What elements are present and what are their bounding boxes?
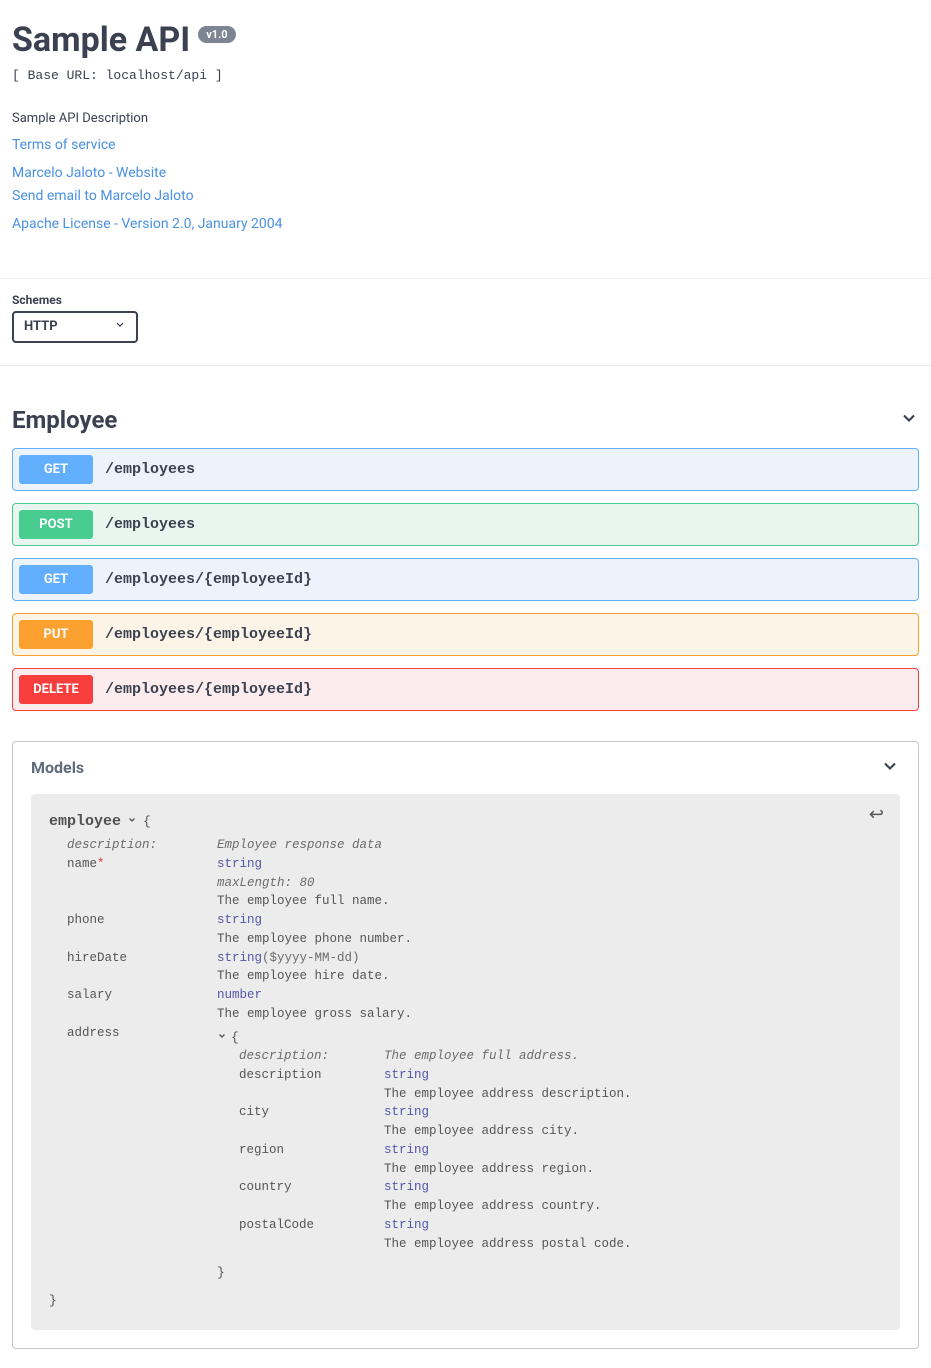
scheme-select[interactable]: HTTP	[12, 311, 138, 343]
model-description-label: description:	[67, 836, 217, 855]
prop-name: city	[239, 1103, 384, 1122]
tag-name: Employee	[12, 406, 117, 434]
operation-path: /employees	[105, 516, 195, 533]
scheme-selected-value: HTTP	[24, 319, 58, 334]
prop-type: string	[384, 1143, 429, 1157]
chevron-down-icon[interactable]	[127, 812, 137, 830]
prop-type: string	[217, 913, 262, 927]
chevron-down-icon	[899, 408, 919, 432]
operation-path: /employees/{employeeId}	[105, 626, 312, 643]
prop-desc: The employee address country.	[384, 1197, 882, 1216]
operation-get-employee-by-id[interactable]: GET /employees/{employeeId}	[12, 558, 919, 601]
model-employee: ↩ employee { description: Employee respo…	[31, 794, 900, 1330]
prop-type: string	[384, 1105, 429, 1119]
base-url: [ Base URL: localhost/api ]	[12, 68, 919, 83]
operation-post-employees[interactable]: POST /employees	[12, 503, 919, 546]
prop-constraint: maxLength: 80	[217, 876, 315, 890]
model-description: The employee full address.	[384, 1049, 579, 1063]
prop-name: salary	[67, 986, 217, 1005]
prop-name: address	[67, 1024, 217, 1283]
prop-type: string	[217, 951, 262, 965]
prop-desc: The employee phone number.	[217, 930, 882, 949]
prop-type: string	[384, 1218, 429, 1232]
version-badge: v1.0	[198, 26, 235, 43]
back-icon[interactable]: ↩	[869, 804, 884, 825]
operation-put-employee-by-id[interactable]: PUT /employees/{employeeId}	[12, 613, 919, 656]
prop-desc: The employee address description.	[384, 1085, 882, 1104]
model-name: employee	[49, 813, 121, 830]
operation-path: /employees/{employeeId}	[105, 571, 312, 588]
prop-desc: The employee address postal code.	[384, 1235, 882, 1254]
http-method-badge: DELETE	[19, 675, 93, 704]
prop-desc: The employee address region.	[384, 1160, 882, 1179]
operation-path: /employees	[105, 461, 195, 478]
http-method-badge: PUT	[19, 620, 93, 649]
prop-type: number	[217, 988, 262, 1002]
chevron-down-icon	[114, 319, 126, 335]
operation-delete-employee-by-id[interactable]: DELETE /employees/{employeeId}	[12, 668, 919, 711]
schemes-label: Schemes	[12, 293, 919, 307]
prop-type: string	[384, 1180, 429, 1194]
operation-get-employees[interactable]: GET /employees	[12, 448, 919, 491]
prop-name: hireDate	[67, 949, 217, 968]
terms-of-service-link[interactable]: Terms of service	[12, 134, 919, 156]
prop-desc: The employee full name.	[217, 892, 882, 911]
prop-desc: The employee hire date.	[217, 967, 882, 986]
prop-name: name*	[67, 855, 217, 874]
prop-type: string	[217, 857, 262, 871]
prop-desc: The employee address city.	[384, 1122, 882, 1141]
model-description: Employee response data	[217, 838, 382, 852]
open-brace: {	[231, 1028, 239, 1048]
api-description: Sample API Description	[12, 111, 919, 126]
close-brace: }	[49, 1293, 882, 1308]
http-method-badge: POST	[19, 510, 93, 539]
prop-name: description	[239, 1066, 384, 1085]
prop-desc: The employee gross salary.	[217, 1005, 882, 1024]
open-brace: {	[143, 814, 151, 829]
close-brace: }	[217, 1263, 882, 1283]
operation-path: /employees/{employeeId}	[105, 681, 312, 698]
models-heading: Models	[31, 758, 84, 777]
chevron-down-icon	[880, 756, 900, 780]
chevron-down-icon[interactable]	[217, 1028, 227, 1048]
author-email-link[interactable]: Send email to Marcelo Jaloto	[12, 185, 919, 207]
http-method-badge: GET	[19, 565, 93, 594]
models-section-header[interactable]: Models	[13, 742, 918, 794]
http-method-badge: GET	[19, 455, 93, 484]
prop-format: ($yyyy-MM-dd)	[262, 951, 360, 965]
author-website-link[interactable]: Marcelo Jaloto - Website	[12, 162, 919, 184]
api-title: Sample API	[12, 20, 190, 60]
license-link[interactable]: Apache License - Version 2.0, January 20…	[12, 213, 919, 235]
prop-name: postalCode	[239, 1216, 384, 1235]
prop-name: region	[239, 1141, 384, 1160]
tag-employee-header[interactable]: Employee	[12, 398, 919, 448]
prop-name: country	[239, 1178, 384, 1197]
prop-name: phone	[67, 911, 217, 930]
prop-type: string	[384, 1068, 429, 1082]
model-description-label: description:	[239, 1047, 384, 1066]
